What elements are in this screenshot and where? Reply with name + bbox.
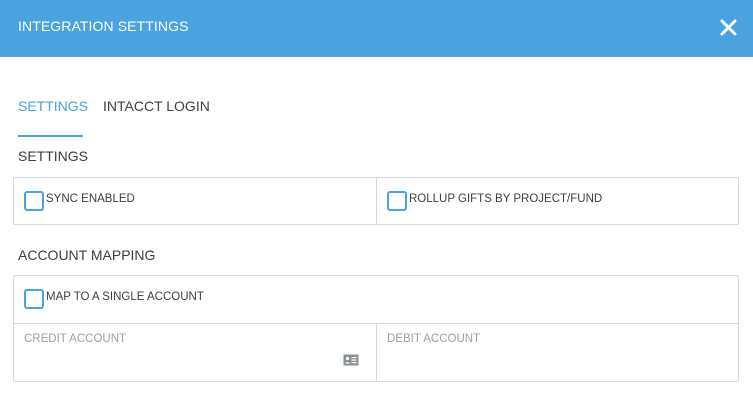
rollup-gifts-label: ROLLUP GIFTS BY PROJECT/FUND — [409, 193, 603, 205]
debit-account-label: DEBIT ACCOUNT — [387, 333, 481, 345]
account-mapping-panel: MAP TO A SINGLE ACCOUNT CREDIT ACCOUNT D… — [13, 275, 739, 382]
single-account-checkbox[interactable] — [24, 289, 44, 309]
contact-card-icon[interactable] — [343, 354, 359, 366]
tab-intacct-login[interactable]: INTACCT LOGIN — [103, 98, 210, 114]
rollup-gifts-option[interactable]: ROLLUP GIFTS BY PROJECT/FUND — [387, 187, 602, 211]
settings-section-title: SETTINGS — [18, 148, 89, 164]
credit-account-label: CREDIT ACCOUNT — [24, 333, 127, 345]
account-mapping-title: ACCOUNT MAPPING — [18, 247, 156, 263]
modal-header: INTEGRATION SETTINGS — [0, 0, 753, 57]
single-account-option[interactable]: MAP TO A SINGLE ACCOUNT — [24, 285, 204, 309]
sync-enabled-checkbox[interactable] — [24, 191, 44, 211]
sync-enabled-label: SYNC ENABLED — [46, 193, 135, 205]
column-divider — [376, 178, 377, 224]
debit-account-input[interactable] — [387, 348, 727, 374]
credit-account-input[interactable] — [24, 348, 334, 374]
tab-settings[interactable]: SETTINGS — [18, 98, 88, 114]
close-button[interactable] — [720, 19, 737, 36]
active-tab-indicator — [18, 135, 83, 137]
close-icon — [720, 19, 737, 36]
single-account-label: MAP TO A SINGLE ACCOUNT — [46, 291, 204, 303]
settings-panel: SYNC ENABLED ROLLUP GIFTS BY PROJECT/FUN… — [13, 177, 739, 225]
rollup-gifts-checkbox[interactable] — [387, 191, 407, 211]
sync-enabled-option[interactable]: SYNC ENABLED — [24, 187, 135, 211]
column-divider — [376, 323, 377, 381]
modal-title: INTEGRATION SETTINGS — [18, 18, 189, 34]
